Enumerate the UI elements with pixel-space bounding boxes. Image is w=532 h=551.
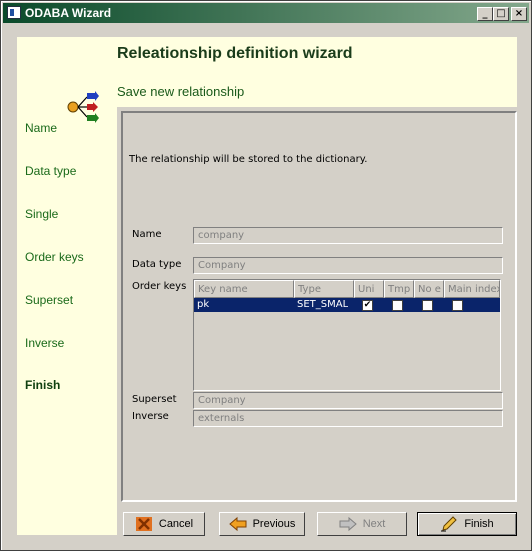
cancel-icon bbox=[135, 517, 152, 531]
next-label: Next bbox=[362, 518, 386, 530]
wizard-title: Releationship definition wizard bbox=[117, 45, 353, 62]
sidebar-item-order-keys[interactable]: Order keys bbox=[25, 250, 84, 264]
sidebar-item-single[interactable]: Single bbox=[25, 207, 58, 221]
main-index-checkbox[interactable] bbox=[452, 300, 463, 311]
cancel-label: Cancel bbox=[158, 518, 194, 530]
data-type-label: Data type bbox=[132, 259, 182, 270]
wizard-header: Releationship definition wizard Save new… bbox=[117, 37, 517, 107]
wizard-subtitle: Save new relationship bbox=[117, 84, 245, 99]
order-keys-table[interactable]: Key name Type Uni Tmp No e Main index pk… bbox=[193, 279, 501, 391]
tmp-checkbox[interactable] bbox=[392, 300, 403, 311]
table-header: Key name Type Uni Tmp No e Main index bbox=[194, 280, 500, 298]
next-button[interactable]: Next bbox=[317, 512, 407, 536]
sidebar-item-data-type[interactable]: Data type bbox=[25, 164, 76, 178]
finish-label: Finish bbox=[464, 518, 494, 530]
name-field[interactable]: company bbox=[193, 227, 503, 244]
no-e-checkbox[interactable] bbox=[422, 300, 433, 311]
cancel-button[interactable]: Cancel bbox=[123, 512, 205, 536]
cell-key-name: pk bbox=[197, 299, 210, 310]
superset-field[interactable]: Company bbox=[193, 392, 503, 409]
info-message: The relationship will be stored to the d… bbox=[129, 154, 368, 165]
order-keys-label: Order keys bbox=[132, 281, 187, 292]
superset-label: Superset bbox=[132, 394, 177, 405]
pencil-check-icon bbox=[441, 516, 458, 532]
table-row[interactable]: pk SET_SMAL ✔ bbox=[194, 298, 500, 312]
finish-button[interactable]: Finish bbox=[417, 512, 517, 536]
minimize-button[interactable]: _ bbox=[477, 7, 493, 21]
window-title: ODABA Wizard bbox=[25, 6, 112, 20]
relationship-icon bbox=[67, 91, 99, 123]
column-header-no-e[interactable]: No e bbox=[414, 280, 444, 298]
arrow-right-icon bbox=[339, 516, 357, 532]
wizard-steps-sidebar: Name Data type Single Order keys Superse… bbox=[17, 37, 117, 535]
column-header-key-name[interactable]: Key name bbox=[194, 280, 294, 298]
inverse-label: Inverse bbox=[132, 411, 169, 422]
app-icon bbox=[7, 6, 21, 19]
column-header-type[interactable]: Type bbox=[294, 280, 354, 298]
uni-checkbox[interactable]: ✔ bbox=[362, 300, 373, 311]
column-header-uni[interactable]: Uni bbox=[354, 280, 384, 298]
sidebar-item-finish[interactable]: Finish bbox=[25, 378, 60, 392]
previous-label: Previous bbox=[252, 518, 296, 530]
name-label: Name bbox=[132, 229, 162, 240]
previous-button[interactable]: Previous bbox=[219, 512, 305, 536]
wizard-window: ODABA Wizard _ □ × Name Data type Single… bbox=[0, 0, 532, 551]
column-header-tmp[interactable]: Tmp bbox=[384, 280, 414, 298]
inverse-field[interactable]: externals bbox=[193, 410, 503, 427]
title-bar[interactable]: ODABA Wizard _ □ × bbox=[3, 3, 529, 23]
close-button[interactable]: × bbox=[511, 7, 527, 21]
maximize-button[interactable]: □ bbox=[493, 7, 509, 21]
sidebar-item-inverse[interactable]: Inverse bbox=[25, 336, 64, 350]
data-type-field[interactable]: Company bbox=[193, 257, 503, 274]
cell-type: SET_SMAL bbox=[297, 299, 349, 310]
column-header-main-index[interactable]: Main index bbox=[444, 280, 500, 298]
sidebar-item-name[interactable]: Name bbox=[25, 121, 57, 135]
sidebar-item-superset[interactable]: Superset bbox=[25, 293, 73, 307]
arrow-left-icon bbox=[228, 516, 247, 532]
